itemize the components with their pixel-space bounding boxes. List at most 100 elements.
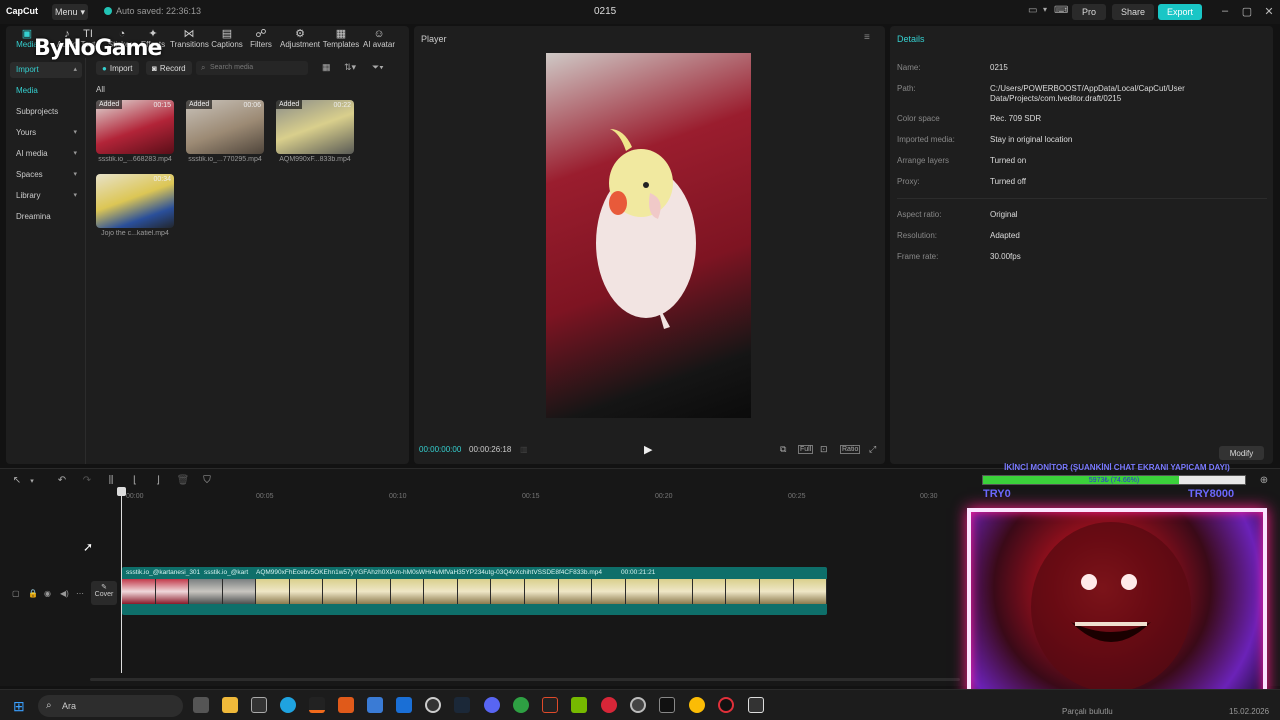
app-icon[interactable] <box>630 697 646 713</box>
app-icon[interactable] <box>309 697 325 713</box>
redo-icon[interactable]: ↷ <box>80 475 94 486</box>
record-button[interactable]: ◙ Record <box>146 61 192 75</box>
chevron-down-icon: ▾ <box>73 171 77 178</box>
media-item[interactable]: Added 00:06 <box>186 100 264 154</box>
player-title: Player <box>421 34 447 44</box>
store-icon[interactable] <box>367 697 383 713</box>
track-select-icon[interactable]: ▢ <box>12 589 20 598</box>
volume-icon[interactable]: ◀) <box>60 589 69 598</box>
steam-icon[interactable] <box>454 697 470 713</box>
crop-icon[interactable]: ⧉ <box>780 444 786 455</box>
fullscreen-icon[interactable]: ⤢ <box>869 444 876 455</box>
menu-icon[interactable]: ≡ <box>864 32 870 43</box>
timeline-scrollbar[interactable] <box>90 678 960 681</box>
playhead[interactable] <box>117 487 126 673</box>
sidebar-item-spaces[interactable]: Spaces ▾ <box>10 167 82 183</box>
opera-icon[interactable] <box>718 697 734 713</box>
sidebar-item-subprojects[interactable]: Subprojects <box>10 104 82 120</box>
play-icon[interactable]: ▶ <box>644 443 652 456</box>
zoom-icon[interactable]: ⊕ <box>1257 475 1271 486</box>
nvidia-icon[interactable] <box>571 697 587 713</box>
chevron-down-icon[interactable]: ▾ <box>25 477 39 485</box>
edge-icon[interactable] <box>280 697 296 713</box>
sort-icon[interactable]: ⇅▾ <box>344 62 356 73</box>
obs-icon[interactable] <box>425 697 441 713</box>
modify-button[interactable]: Modify <box>1219 446 1264 460</box>
progress-text: 5973₺ (74.66%) <box>1088 477 1140 484</box>
mail-icon[interactable] <box>396 697 412 713</box>
taskbar-search[interactable]: Ara <box>38 695 183 717</box>
detail-row: Path: C:/Users/POWERBOOST/AppData/Local/C… <box>897 84 1267 106</box>
capcut-icon[interactable] <box>251 697 267 713</box>
chevron-down-icon[interactable]: ▾ <box>1043 5 1047 14</box>
tab-ai-avatar[interactable]: ☺ AI avatar <box>360 28 398 54</box>
media-item[interactable]: Added 00:22 <box>276 100 354 154</box>
eye-icon[interactable]: ◉ <box>44 589 51 598</box>
sidebar-item-import[interactable]: Import ▴ <box>10 62 82 78</box>
media-item[interactable]: 00:34 <box>96 174 174 228</box>
sidebar-item-library[interactable]: Library ▾ <box>10 188 82 204</box>
video-clip[interactable]: ssstik.io_@kartanesi_301 ssstik.io_@kart… <box>122 567 827 615</box>
sidebar-item-media[interactable]: Media <box>10 83 82 99</box>
tab-filters[interactable]: ☍ Filters <box>242 28 280 54</box>
sidebar-item-ai-media[interactable]: AI media ▾ <box>10 146 82 162</box>
tab-transitions[interactable]: ⋈ Transitions <box>170 28 209 54</box>
select-tool-icon[interactable]: ↖ <box>10 475 24 486</box>
discord-icon[interactable] <box>484 697 500 713</box>
plus-icon: ● <box>102 63 107 73</box>
trim-right-icon[interactable]: ⌋ <box>151 475 165 486</box>
lock-icon[interactable]: 🔒 <box>28 589 38 598</box>
media-item-name: ssstik.io_...668283.mp4 <box>98 156 172 163</box>
marker-icon[interactable]: ⛉ <box>200 475 214 486</box>
share-button[interactable]: Share <box>1112 4 1154 20</box>
filter-all[interactable]: All <box>96 85 105 94</box>
pro-button[interactable]: Pro <box>1072 4 1106 20</box>
sidebar-item-dreamina[interactable]: Dreamina <box>10 209 82 225</box>
media-item[interactable]: Added 00:15 <box>96 100 174 154</box>
full-button[interactable]: Full <box>798 445 814 454</box>
minimize-icon[interactable]: – <box>1217 5 1233 17</box>
chrome-icon[interactable] <box>689 697 705 713</box>
layout-icon[interactable]: ▭ <box>1028 5 1037 16</box>
grid-view-icon[interactable]: ▦ <box>322 62 331 73</box>
sidebar-item-label: Subprojects <box>16 107 59 116</box>
capcut-icon[interactable] <box>748 697 764 713</box>
menu-button[interactable]: Menu ▾ <box>52 4 88 20</box>
detail-key: Arrange layers <box>897 156 950 165</box>
detail-key: Path: <box>897 84 916 93</box>
bird-image <box>596 129 696 329</box>
snapshot-icon[interactable]: ⊡ <box>820 444 828 455</box>
xbox-icon[interactable] <box>513 697 529 713</box>
tab-templates[interactable]: ▦ Templates <box>322 28 360 54</box>
more-icon[interactable]: ⋯ <box>76 589 84 598</box>
tab-captions[interactable]: ▤ Captions <box>208 28 246 54</box>
file-explorer-icon[interactable] <box>222 697 238 713</box>
trim-left-icon[interactable]: ⌊ <box>128 475 142 486</box>
clip-thumbnails <box>122 579 827 604</box>
date-text: 15.02.2026 <box>1229 707 1270 716</box>
windows-start-icon[interactable]: ⊞ <box>13 698 25 715</box>
import-button[interactable]: ● Import <box>96 61 139 75</box>
epic-games-icon[interactable] <box>659 697 675 713</box>
export-button[interactable]: Export <box>1158 4 1202 20</box>
delete-icon[interactable]: 🗑 <box>176 475 190 486</box>
app-icon[interactable] <box>601 697 617 713</box>
amd-icon[interactable] <box>542 697 558 713</box>
sidebar-item-yours[interactable]: Yours ▾ <box>10 125 82 141</box>
tab-adjustment[interactable]: ⚙ Adjustment <box>280 28 320 54</box>
cover-button[interactable]: ✎ Cover <box>91 581 117 605</box>
detail-key: Proxy: <box>897 177 920 186</box>
search-input[interactable]: Search media <box>196 61 308 75</box>
undo-icon[interactable]: ↶ <box>55 475 69 486</box>
task-view-icon[interactable] <box>193 697 209 713</box>
close-icon[interactable]: ✕ <box>1261 5 1277 18</box>
brave-icon[interactable] <box>338 697 354 713</box>
filter-icon[interactable]: ⏷▾ <box>372 62 384 73</box>
ratio-button[interactable]: Ratio <box>840 445 861 454</box>
split-icon[interactable]: ⫼ <box>104 475 118 486</box>
maximize-icon[interactable]: ▢ <box>1239 5 1255 18</box>
timeline-icon[interactable]: ▥ <box>520 445 528 454</box>
playhead-handle[interactable] <box>117 487 126 496</box>
keyboard-icon[interactable]: ⌨ <box>1054 5 1068 16</box>
video-preview[interactable] <box>546 53 751 418</box>
